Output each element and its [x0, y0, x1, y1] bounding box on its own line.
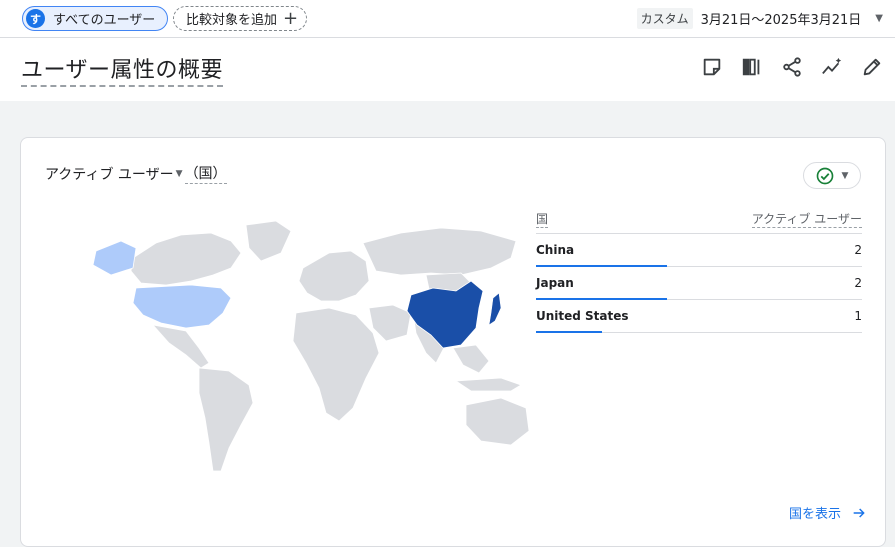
map-canada: [130, 232, 242, 286]
map-greenland: [245, 220, 292, 262]
share-icon[interactable]: [779, 54, 805, 80]
compare-columns-icon[interactable]: [739, 54, 765, 80]
map-alaska: [92, 240, 137, 276]
date-range-picker[interactable]: カスタム 3月21日〜2025年3月21日 ▼: [636, 6, 883, 30]
map-africa: [292, 307, 380, 422]
country-name: Japan: [536, 276, 574, 290]
active-users-value: 2: [854, 243, 862, 257]
page-title[interactable]: ユーザー属性の概要: [21, 52, 224, 87]
dimension-label: （国）: [184, 163, 227, 184]
edit-icon[interactable]: [859, 54, 885, 80]
segment-avatar: す: [26, 9, 45, 28]
map-indonesia: [454, 377, 522, 392]
map-europe: [298, 250, 370, 302]
map-mexico: [151, 324, 210, 369]
title-row: ユーザー属性の概要: [0, 38, 895, 101]
active-users-column-header[interactable]: アクティブ ユーザー: [751, 212, 862, 228]
report-icon[interactable]: [699, 54, 725, 80]
country-name: China: [536, 243, 575, 257]
table-row[interactable]: United States 1: [536, 300, 862, 333]
map-middle-east: [368, 304, 412, 342]
map-united-states: [132, 284, 232, 329]
view-countries-label: 国を表示: [788, 507, 841, 522]
map-russia: [362, 227, 517, 276]
table-header: 国 アクティブ ユーザー: [536, 206, 862, 234]
all-users-chip[interactable]: す すべてのユーザー: [22, 6, 169, 31]
report-toolbar: [699, 54, 885, 80]
data-quality-button[interactable]: ▼: [803, 162, 861, 189]
insights-icon[interactable]: [819, 54, 845, 80]
map-south-america: [198, 367, 254, 472]
map-southeast-asia: [452, 344, 490, 374]
metric-selector[interactable]: アクティブ ユーザー ▼ （国）: [45, 163, 227, 184]
metric-label: アクティブ ユーザー: [45, 166, 174, 183]
all-users-label: すべてのユーザー: [53, 13, 156, 28]
country-table: 国 アクティブ ユーザー China 2 Japan 2 United Stat…: [536, 206, 862, 333]
country-card: アクティブ ユーザー ▼ （国） ▼ 国 アクティブ ユーザー China 2 …: [20, 137, 886, 547]
table-row[interactable]: Japan 2: [536, 267, 862, 300]
share-bar: [536, 331, 602, 333]
add-comparison-label: 比較対象を追加: [186, 13, 278, 28]
arrow-right-icon: [853, 507, 865, 518]
add-comparison-button[interactable]: 比較対象を追加 +: [173, 6, 308, 31]
date-custom-badge: カスタム: [636, 7, 693, 29]
chevron-down-icon: ▼: [841, 170, 849, 181]
map-australia: [465, 397, 530, 446]
country-column-header[interactable]: 国: [536, 212, 549, 228]
view-countries-link[interactable]: 国を表示: [789, 503, 867, 522]
caret-down-icon: ▼: [175, 168, 183, 179]
chevron-down-icon: ▼: [875, 12, 883, 24]
world-map[interactable]: [81, 213, 541, 483]
map-japan: [488, 292, 502, 326]
plus-icon: +: [283, 7, 299, 29]
check-circle-icon: [816, 167, 833, 184]
active-users-value: 1: [854, 309, 862, 323]
country-name: United States: [536, 309, 629, 323]
table-row[interactable]: China 2: [536, 234, 862, 267]
filter-bar: す すべてのユーザー 比較対象を追加 + カスタム 3月21日〜2025年3月2…: [0, 0, 895, 38]
date-range-text: 3月21日〜2025年3月21日: [700, 12, 862, 28]
active-users-value: 2: [854, 276, 862, 290]
